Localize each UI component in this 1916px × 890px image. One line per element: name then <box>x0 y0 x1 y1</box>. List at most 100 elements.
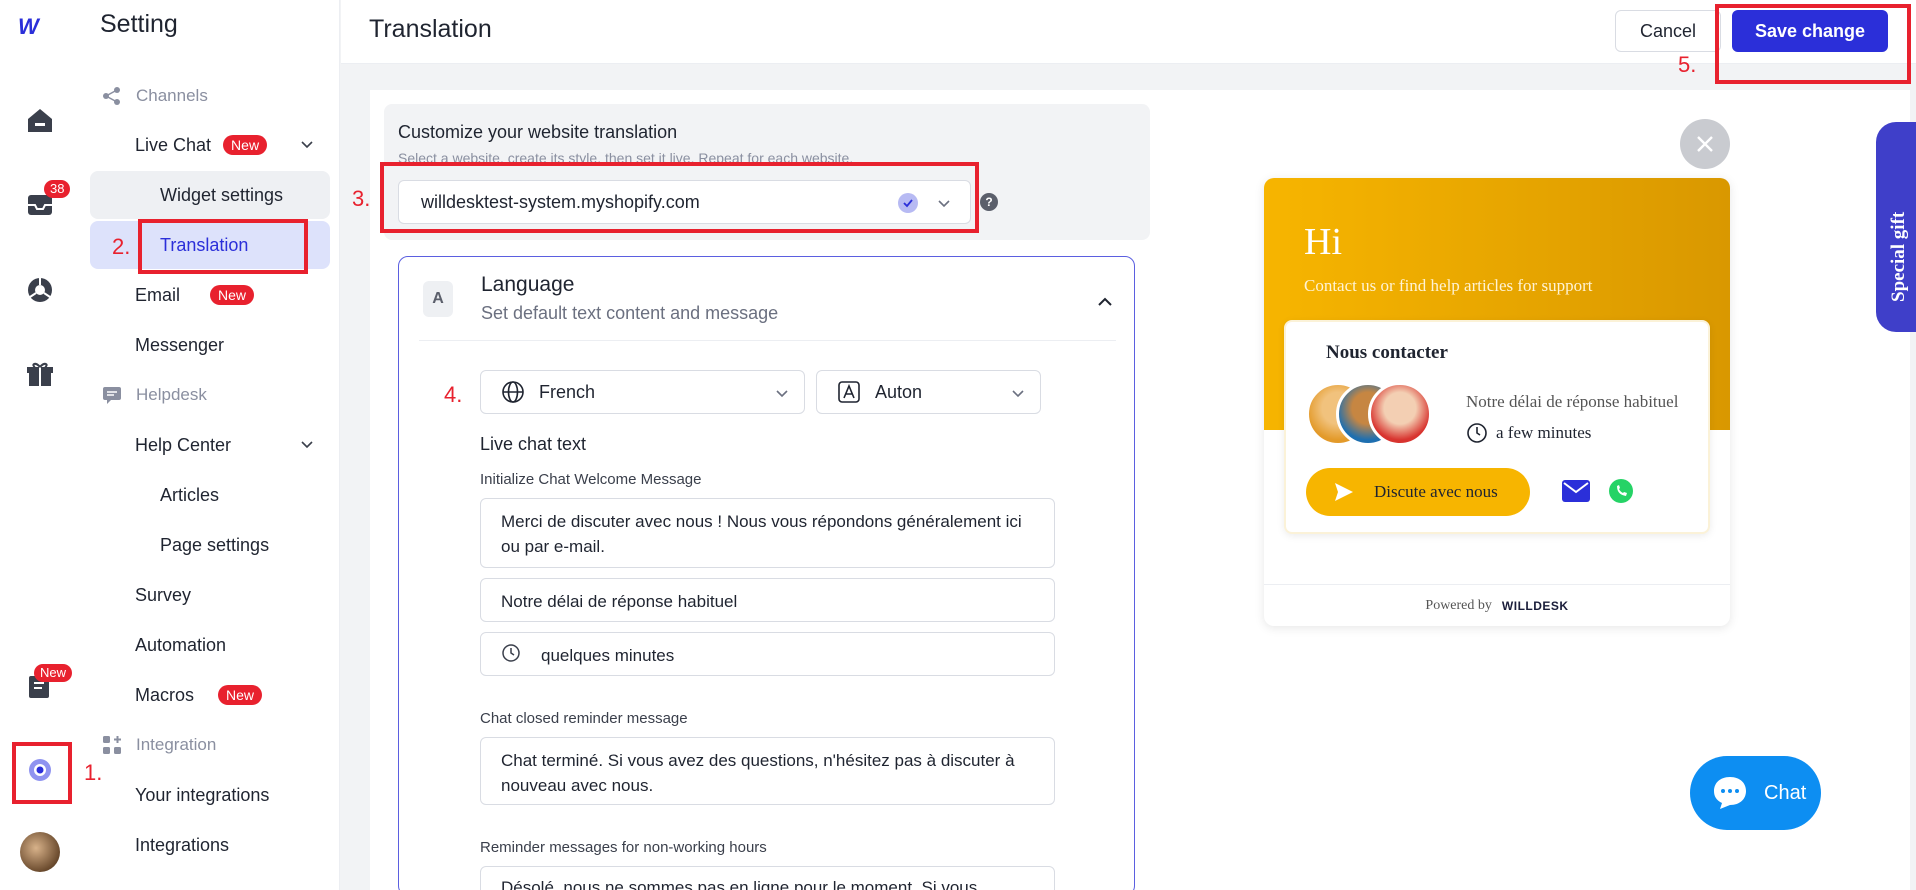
close-icon <box>1697 136 1713 152</box>
powered-by-text: Powered by <box>1425 597 1492 613</box>
sidebar-item-email[interactable]: Email New <box>90 271 330 319</box>
sidebar-item-articles[interactable]: Articles <box>90 471 330 519</box>
translation-mode-select[interactable]: Auton <box>816 370 1041 414</box>
new-badge: New <box>218 685 263 705</box>
willdesk-brand: WILLDESK <box>1501 598 1569 613</box>
widget-tagline: Contact us or find help articles for sup… <box>1304 276 1593 295</box>
home-icon[interactable] <box>22 102 58 138</box>
language-card-subtitle: Set default text content and message <box>481 303 779 323</box>
divider <box>419 340 1116 341</box>
gift-icon[interactable] <box>22 356 58 392</box>
email-icon[interactable] <box>1562 480 1590 507</box>
agent-avatar <box>1368 382 1432 446</box>
new-badge: New <box>223 135 268 155</box>
sidebar-item-automation[interactable]: Automation <box>90 621 330 669</box>
chevron-down-icon[interactable] <box>774 385 790 406</box>
helpdesk-icon <box>100 383 124 407</box>
chat-widget-preview: Hi Contact us or find help articles for … <box>1264 178 1730 626</box>
share-icon <box>100 84 124 108</box>
sidebar-group-channels: Channels <box>90 72 330 120</box>
help-icon[interactable]: ? <box>980 193 998 211</box>
annotation-step-2: 2. <box>112 234 131 259</box>
sidebar-item-label: Email <box>135 284 181 305</box>
chat-bubble-icon <box>1714 777 1746 809</box>
widget-greeting: Hi <box>1304 221 1342 263</box>
inbox-count-badge: 38 <box>44 180 71 198</box>
sidebar-item-label: Survey <box>135 584 192 605</box>
sidebar-item-page-settings[interactable]: Page settings <box>90 521 330 569</box>
auto-translate-icon <box>837 380 861 404</box>
annotation-box-settings <box>12 742 72 804</box>
agent-avatars <box>1306 382 1436 448</box>
text-format-icon: A <box>423 281 453 317</box>
contact-card: Nous contacter Notre délai de réponse ha… <box>1284 320 1710 534</box>
non-working-hours-label: Reminder messages for non-working hours <box>480 839 767 856</box>
sidebar-item-label: Automation <box>135 634 227 655</box>
annotation-box-website <box>380 162 979 233</box>
integration-icon <box>100 733 124 757</box>
sidebar-item-integrations[interactable]: Integrations <box>90 821 330 869</box>
special-gift-tab[interactable]: Special gift <box>1876 122 1916 332</box>
special-gift-label: Special gift <box>1888 211 1909 302</box>
response-time-text: Notre délai de réponse habituel <box>1466 392 1679 411</box>
welcome-message-label: Initialize Chat Welcome Message <box>480 471 702 488</box>
minutes-field[interactable]: quelques minutes <box>480 632 1055 676</box>
sidebar-item-label: Live Chat <box>135 134 212 155</box>
annotation-box-translation <box>138 219 308 274</box>
analytics-icon[interactable] <box>22 272 58 308</box>
discuss-button-label: Discute avec nous <box>1374 482 1498 501</box>
welcome-message-field[interactable]: Merci de discuter avec nous ! Nous vous … <box>480 498 1055 568</box>
sidebar-item-label: Page settings <box>160 534 270 555</box>
sidebar-item-label: Macros <box>135 684 195 705</box>
sidebar-item-help-center[interactable]: Help Center <box>90 421 330 469</box>
annotation-step-5: 5. <box>1678 52 1697 77</box>
sidebar-item-widget-settings[interactable]: Widget settings <box>90 171 330 219</box>
sidebar-item-live-chat[interactable]: Live Chat New <box>90 121 330 169</box>
sidebar-item-survey[interactable]: Survey <box>90 571 330 619</box>
closed-message-field[interactable]: Chat terminé. Si vous avez des questions… <box>480 737 1055 805</box>
cancel-button[interactable]: Cancel <box>1615 10 1721 52</box>
powered-by-footer: Powered by WILLDESK <box>1264 584 1730 626</box>
chat-launcher-button[interactable]: Chat <box>1690 756 1821 830</box>
user-avatar[interactable] <box>20 832 60 872</box>
sidebar-item-label: Widget settings <box>160 184 284 205</box>
tasks-new-badge: New <box>34 664 73 682</box>
globe-icon <box>501 380 525 404</box>
language-card-title: Language <box>481 273 575 296</box>
sidebar-item-macros[interactable]: Macros New <box>90 671 330 719</box>
new-badge: New <box>210 285 255 305</box>
sidebar-group-label: Channels <box>136 86 208 105</box>
chevron-down-icon[interactable] <box>1010 385 1026 406</box>
clock-icon <box>1467 423 1487 443</box>
sidebar-item-label: Articles <box>160 484 220 505</box>
few-minutes-text: a few minutes <box>1466 422 1591 444</box>
sidebar-item-messenger[interactable]: Messenger <box>90 321 330 369</box>
sidebar-group-label: Helpdesk <box>136 385 207 404</box>
clock-icon <box>501 643 521 670</box>
few-minutes-label: a few minutes <box>1496 423 1592 442</box>
sidebar-item-label: Help Center <box>135 434 232 455</box>
non-working-hours-field[interactable]: Désolé, nous ne sommes pas en ligne pour… <box>480 866 1055 890</box>
sidebar-group-label: Integration <box>136 735 217 754</box>
sidebar-item-your-integrations[interactable]: Your integrations <box>90 771 330 819</box>
sidebar-item-label: Messenger <box>135 334 225 355</box>
sidebar-item-label: Your integrations <box>135 784 270 805</box>
page-title: Translation <box>369 15 492 43</box>
willdesk-logo[interactable]: W <box>18 14 39 40</box>
chevron-up-icon[interactable] <box>1096 293 1114 316</box>
settings-sidebar: Setting Channels Live Chat New Widget se… <box>80 0 340 890</box>
annotation-step-3: 3. <box>352 186 371 211</box>
whatsapp-icon[interactable] <box>1608 478 1634 509</box>
discuss-with-us-button[interactable]: Discute avec nous <box>1306 468 1530 516</box>
contact-card-title: Nous contacter <box>1326 342 1448 363</box>
live-chat-text-heading: Live chat text <box>480 434 587 454</box>
language-select-value: French <box>539 381 596 402</box>
response-time-field[interactable]: Notre délai de réponse habituel <box>480 578 1055 622</box>
annotation-step-1: 1. <box>84 760 103 785</box>
language-select[interactable]: French <box>480 370 805 414</box>
sidebar-title: Setting <box>100 10 178 38</box>
chevron-down-icon[interactable] <box>300 135 314 156</box>
close-preview-button[interactable] <box>1680 119 1730 169</box>
chevron-down-icon[interactable] <box>300 435 314 456</box>
annotation-step-4: 4. <box>444 382 463 407</box>
